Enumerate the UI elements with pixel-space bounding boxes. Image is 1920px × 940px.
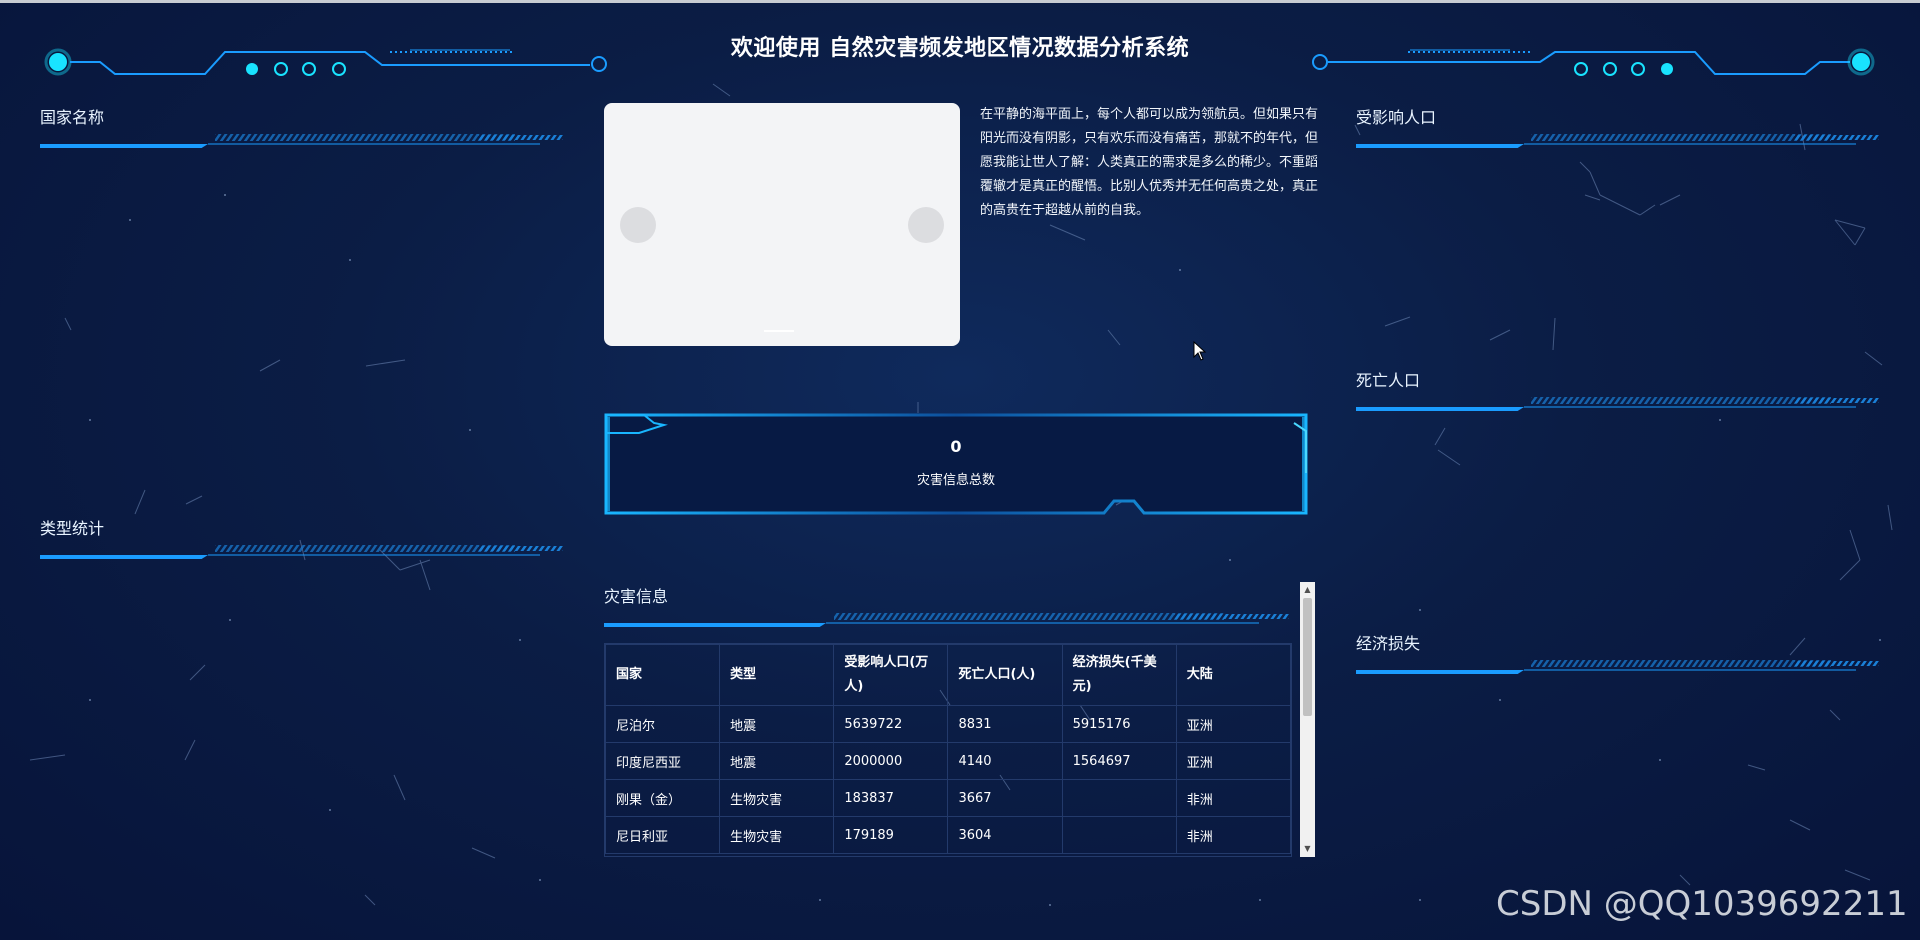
header-bar: 欢迎使用 自然灾害频发地区情况数据分析系统 xyxy=(0,3,1920,83)
column-header-country: 国家 xyxy=(605,644,721,706)
section-underline xyxy=(1356,397,1879,411)
column-header-type: 类型 xyxy=(719,644,835,706)
tech-frame-border xyxy=(604,413,1308,515)
table-row: 印度尼西亚 地震 2000000 4140 1564697 亚洲 xyxy=(605,742,1291,780)
cell-deaths: 8831 xyxy=(947,705,1063,743)
total-disaster-label: 灾害信息总数 xyxy=(916,473,995,488)
carousel-indicator[interactable] xyxy=(764,330,794,332)
cell-economic-loss: 5915176 xyxy=(1061,705,1177,743)
column-header-continent: 大陆 xyxy=(1175,644,1291,706)
total-count-card: 0 灾害信息总数 xyxy=(604,413,1308,515)
cell-economic-loss: 1564697 xyxy=(1061,742,1177,780)
panel-disaster-info: 灾害信息 xyxy=(604,583,1294,627)
section-underline xyxy=(1356,134,1879,148)
cell-economic-loss xyxy=(1061,816,1177,854)
cell-type: 生物灾害 xyxy=(719,816,835,854)
cell-country: 印度尼西亚 xyxy=(605,742,721,780)
panel-death-population: 死亡人口 xyxy=(1356,367,1881,411)
image-carousel[interactable] xyxy=(604,103,960,346)
cell-country: 尼泊尔 xyxy=(605,705,721,743)
table-scrollbar[interactable]: ▲ ▼ xyxy=(1300,582,1315,857)
mouse-cursor-icon xyxy=(1193,341,1207,361)
cell-affected: 5639722 xyxy=(833,705,949,743)
carousel-next-button[interactable] xyxy=(908,207,944,243)
cell-country: 尼日利亚 xyxy=(605,816,721,854)
carousel-prev-button[interactable] xyxy=(620,207,656,243)
cell-continent: 非洲 xyxy=(1175,779,1291,817)
cell-type: 生物灾害 xyxy=(719,779,835,817)
panel-title: 国家名称 xyxy=(40,108,105,127)
panel-title: 受影响人口 xyxy=(1356,108,1437,127)
cell-affected: 2000000 xyxy=(833,742,949,780)
panel-title: 类型统计 xyxy=(40,519,105,538)
panel-affected-population: 受影响人口 xyxy=(1356,104,1881,148)
section-underline xyxy=(40,545,563,559)
total-disaster-count: 0 xyxy=(950,437,962,456)
table-header-row: 国家 类型 受影响人口(万人) 死亡人口(人) 经济损失(千美元) 大陆 xyxy=(605,644,1291,706)
scroll-up-arrow-icon[interactable]: ▲ xyxy=(1303,585,1312,595)
table-row: 刚果（金） 生物灾害 183837 3667 非洲 xyxy=(605,779,1291,817)
intro-quote: 在平静的海平面上，每个人都可以成为领航员。但如果只有阳光而没有阴影，只有欢乐而没… xyxy=(980,107,1319,218)
header-decoration-left xyxy=(44,48,607,76)
section-underline xyxy=(40,134,563,148)
table-row: 尼泊尔 地震 5639722 8831 5915176 亚洲 xyxy=(605,705,1291,743)
cell-continent: 亚洲 xyxy=(1175,705,1291,743)
panel-type-stats: 类型统计 xyxy=(40,515,565,559)
scrollbar-thumb[interactable] xyxy=(1303,598,1312,716)
cell-affected: 183837 xyxy=(833,779,949,817)
cell-economic-loss xyxy=(1061,779,1177,817)
cell-type: 地震 xyxy=(719,705,835,743)
column-header-economic-loss: 经济损失(千美元) xyxy=(1061,644,1177,706)
disaster-table[interactable]: 国家 类型 受影响人口(万人) 死亡人口(人) 经济损失(千美元) 大陆 尼泊尔… xyxy=(604,643,1292,857)
cell-continent: 亚洲 xyxy=(1175,742,1291,780)
panel-economic-loss: 经济损失 xyxy=(1356,630,1881,674)
cell-deaths: 3667 xyxy=(947,779,1063,817)
panel-title: 死亡人口 xyxy=(1356,371,1421,390)
cell-deaths: 4140 xyxy=(947,742,1063,780)
section-underline xyxy=(604,613,1289,627)
page-title: 欢迎使用 自然灾害频发地区情况数据分析系统 xyxy=(730,36,1190,61)
cell-country: 刚果（金） xyxy=(605,779,721,817)
cell-affected: 179189 xyxy=(833,816,949,854)
column-header-affected: 受影响人口(万人) xyxy=(833,644,949,706)
panel-title: 经济损失 xyxy=(1356,634,1421,653)
column-header-deaths: 死亡人口(人) xyxy=(947,644,1063,706)
watermark: CSDN @QQ1039692211 xyxy=(1496,884,1908,924)
panel-title: 灾害信息 xyxy=(604,587,669,606)
panel-country-name: 国家名称 xyxy=(40,104,565,148)
header-decoration-right xyxy=(1312,48,1875,76)
cell-deaths: 3604 xyxy=(947,816,1063,854)
section-underline xyxy=(1356,660,1879,674)
table-row: 尼日利亚 生物灾害 179189 3604 非洲 xyxy=(605,816,1291,854)
scroll-down-arrow-icon[interactable]: ▼ xyxy=(1303,844,1312,854)
cell-continent: 非洲 xyxy=(1175,816,1291,854)
cell-type: 地震 xyxy=(719,742,835,780)
